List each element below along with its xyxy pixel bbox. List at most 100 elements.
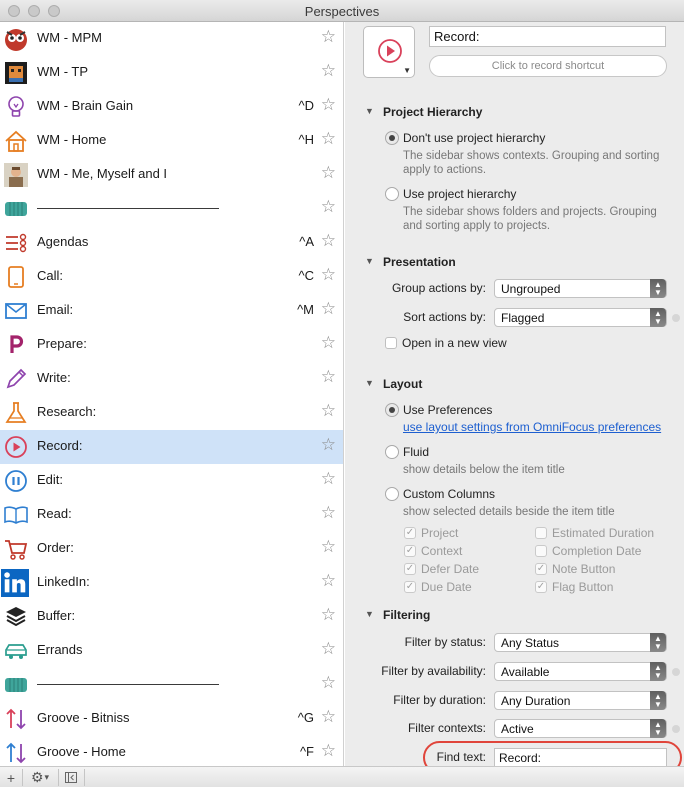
filter-duration-popup[interactable]: Any Duration ▲ ▼ — [494, 691, 667, 710]
owl-avatar-icon — [3, 26, 29, 52]
reset-sort-button[interactable] — [672, 314, 680, 322]
sidebar-item[interactable]: Prepare: ☆ — [0, 328, 343, 362]
sidebar-item-label: Record: — [37, 438, 83, 453]
star-icon[interactable]: ☆ — [321, 367, 336, 387]
flask-icon — [3, 400, 29, 426]
sidebar-item[interactable]: Edit: ☆ — [0, 464, 343, 498]
radio-label: Use project hierarchy — [403, 187, 517, 201]
column-completion-date-checkbox[interactable] — [535, 545, 547, 557]
filter-contexts-popup[interactable]: Active ▲ ▼ — [494, 719, 667, 738]
sidebar-item[interactable]: Call: ^C ☆ — [0, 260, 343, 294]
sidebar-item[interactable]: Agendas ^A ☆ — [0, 226, 343, 260]
sidebar-item[interactable]: Buffer: ☆ — [0, 600, 343, 634]
radio-no-project-hierarchy[interactable] — [385, 131, 399, 145]
open-new-view-checkbox[interactable] — [385, 337, 397, 349]
sidebar-item-label: Write: — [37, 370, 71, 385]
star-icon[interactable]: ☆ — [321, 673, 336, 693]
record-shortcut-button[interactable]: Click to record shortcut — [429, 55, 667, 77]
group-by-popup[interactable]: Ungrouped ▲ ▼ — [494, 279, 667, 298]
star-icon[interactable]: ☆ — [321, 95, 336, 115]
filter-contexts-label: Filter contexts: — [407, 721, 486, 735]
layout-preferences-link[interactable]: use layout settings from OmniFocus prefe… — [403, 420, 661, 434]
star-icon[interactable]: ☆ — [321, 299, 336, 319]
radio-fluid[interactable] — [385, 445, 399, 459]
option-description: show selected details beside the item ti… — [403, 506, 615, 518]
star-icon[interactable]: ☆ — [321, 435, 336, 455]
column-due-date-checkbox[interactable]: ✓ — [404, 581, 416, 593]
star-icon[interactable]: ☆ — [321, 27, 336, 47]
sort-by-popup[interactable]: Flagged ▲ ▼ — [494, 308, 667, 327]
sidebar-item[interactable]: Email: ^M ☆ — [0, 294, 343, 328]
star-icon[interactable]: ☆ — [321, 639, 336, 659]
filter-status-popup[interactable]: Any Status ▲ ▼ — [494, 633, 667, 652]
sidebar-item[interactable]: —————————————— ☆ — [0, 668, 343, 702]
star-icon[interactable]: ☆ — [321, 571, 336, 591]
star-icon[interactable]: ☆ — [321, 197, 336, 217]
radio-use-preferences[interactable] — [385, 403, 399, 417]
sidebar-item[interactable]: Groove - Bitniss ^G ☆ — [0, 702, 343, 736]
column-context-checkbox[interactable]: ✓ — [404, 545, 416, 557]
star-icon[interactable]: ☆ — [321, 469, 336, 489]
star-icon[interactable]: ☆ — [321, 605, 336, 625]
group-by-label: Group actions by: — [391, 281, 486, 295]
sidebar-item[interactable]: WM - MPM ☆ — [0, 22, 343, 56]
star-icon[interactable]: ☆ — [321, 61, 336, 81]
sidebar-item[interactable]: Groove - Home ^F ☆ — [0, 736, 343, 766]
star-icon[interactable]: ☆ — [321, 265, 336, 285]
sidebar-item[interactable]: Write: ☆ — [0, 362, 343, 396]
title-bar: Perspectives — [0, 0, 684, 22]
chevron-updown-icon: ▲ ▼ — [650, 633, 666, 652]
find-text-field[interactable]: Record: — [494, 748, 667, 766]
star-icon[interactable]: ☆ — [321, 401, 336, 421]
sidebar-item[interactable]: Research: ☆ — [0, 396, 343, 430]
sidebar-item[interactable]: LinkedIn: ☆ — [0, 566, 343, 600]
sidebar-item-shortcut: ^G — [297, 710, 314, 725]
column-flag-button-checkbox[interactable]: ✓ — [535, 581, 547, 593]
column-project-checkbox[interactable]: ✓ — [404, 527, 416, 539]
column-note-button-checkbox[interactable]: ✓ — [535, 563, 547, 575]
action-menu-button[interactable]: ⚙ ▾ — [24, 768, 56, 787]
reset-availability-button[interactable] — [672, 668, 680, 676]
radio-custom-columns[interactable] — [385, 487, 399, 501]
sidebar-item[interactable]: WM - Home ^H ☆ — [0, 124, 343, 158]
sidebar-item[interactable]: WM - Brain Gain ^D ☆ — [0, 90, 343, 124]
sidebar-item[interactable]: Record: ☆ — [0, 430, 343, 464]
sidebar-item[interactable]: WM - Me, Myself and I ☆ — [0, 158, 343, 192]
sidebar-item[interactable]: Read: ☆ — [0, 498, 343, 532]
column-defer-date-checkbox[interactable]: ✓ — [404, 563, 416, 575]
star-icon[interactable]: ☆ — [321, 503, 336, 523]
divider — [84, 769, 85, 786]
sidebar-item-label: Buffer: — [37, 608, 76, 623]
sidebar-item-label: WM - MPM — [37, 30, 102, 45]
sidebar-item[interactable]: Errands ☆ — [0, 634, 343, 668]
section-title-filtering: Filtering — [383, 608, 431, 622]
separator-folder-icon — [3, 196, 29, 222]
pencil-icon — [3, 366, 29, 392]
toggle-sidebar-button[interactable] — [60, 768, 82, 787]
reset-contexts-button[interactable] — [672, 725, 680, 733]
star-icon[interactable]: ☆ — [321, 741, 336, 761]
star-icon[interactable]: ☆ — [321, 537, 336, 557]
star-icon[interactable]: ☆ — [321, 707, 336, 727]
star-icon[interactable]: ☆ — [321, 163, 336, 183]
sidebar-item-label: Errands — [37, 642, 83, 657]
sidebar-item-shortcut: ^M — [297, 302, 314, 317]
add-perspective-button[interactable]: + — [0, 768, 22, 787]
sidebar-item[interactable]: WM - TP ☆ — [0, 56, 343, 90]
filter-availability-popup[interactable]: Available ▲ ▼ — [494, 662, 667, 681]
pixel-character-icon — [3, 60, 29, 86]
option-description: The sidebar shows folders and projects. … — [403, 206, 657, 232]
radio-use-project-hierarchy[interactable] — [385, 187, 399, 201]
star-icon[interactable]: ☆ — [321, 231, 336, 251]
sidebar-item-label: LinkedIn: — [37, 574, 90, 589]
p-letter-icon — [3, 332, 29, 358]
sidebar-item[interactable]: —————————————— ☆ — [0, 192, 343, 226]
perspective-icon-picker[interactable]: ▼ — [363, 26, 415, 78]
sidebar-item[interactable]: Order: ☆ — [0, 532, 343, 566]
column-estimated-duration-checkbox[interactable] — [535, 527, 547, 539]
perspective-name-field[interactable]: Record: — [429, 26, 666, 47]
gear-icon: ⚙ — [30, 769, 44, 785]
star-icon[interactable]: ☆ — [321, 333, 336, 353]
star-icon[interactable]: ☆ — [321, 129, 336, 149]
home-icon — [3, 128, 29, 154]
